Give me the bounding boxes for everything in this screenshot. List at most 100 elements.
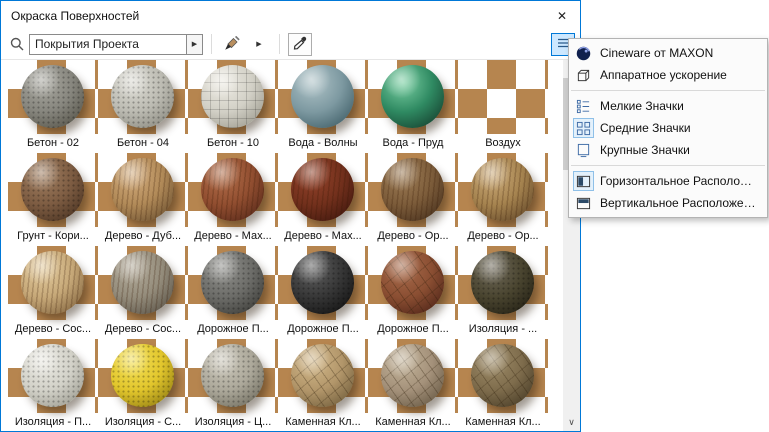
- material-cell[interactable]: Дерево - Сос...: [98, 246, 188, 339]
- paint-dropdown-button[interactable]: ▶: [247, 33, 271, 56]
- menu-item[interactable]: Аппаратное ускорение: [569, 64, 767, 86]
- material-label: Бетон - 10: [188, 134, 278, 153]
- material-thumbnail[interactable]: [278, 246, 368, 320]
- material-thumbnail[interactable]: [8, 339, 98, 413]
- material-cell[interactable]: Дерево - Ор...: [368, 153, 458, 246]
- material-cell[interactable]: Бетон - 04: [98, 60, 188, 153]
- material-thumbnail[interactable]: [98, 246, 188, 320]
- eyedropper-button[interactable]: [288, 32, 312, 56]
- menu-item[interactable]: Крупные Значки: [569, 139, 767, 161]
- medium-icons-icon: [573, 118, 594, 138]
- toolbar-separator-2: [279, 34, 280, 54]
- material-label: Каменная Кл...: [278, 413, 368, 431]
- material-sphere: [291, 158, 354, 221]
- material-sphere: [291, 344, 354, 407]
- material-label: Изоляция - С...: [98, 413, 188, 431]
- close-button[interactable]: ✕: [544, 2, 580, 31]
- material-cell[interactable]: Дерево - Мах...: [278, 153, 368, 246]
- material-cell[interactable]: Бетон - 10: [188, 60, 278, 153]
- material-cell[interactable]: Каменная Кл...: [458, 339, 548, 431]
- material-thumbnail[interactable]: [278, 339, 368, 413]
- material-sphere: [21, 344, 84, 407]
- material-thumbnail[interactable]: [98, 153, 188, 227]
- material-thumbnail[interactable]: [188, 153, 278, 227]
- material-cell[interactable]: Дорожное П...: [278, 246, 368, 339]
- material-sphere: [471, 158, 534, 221]
- toolbar-separator: [211, 34, 212, 54]
- scroll-down-button[interactable]: ∨: [563, 414, 580, 431]
- material-cell[interactable]: Каменная Кл...: [368, 339, 458, 431]
- material-thumbnail[interactable]: [458, 246, 548, 320]
- menu-item[interactable]: Мелкие Значки: [569, 95, 767, 117]
- material-label: Вода - Пруд: [368, 134, 458, 153]
- material-thumbnail[interactable]: [8, 153, 98, 227]
- material-label: Дерево - Мах...: [278, 227, 368, 246]
- materials-area: Бетон - 02 Бетон - 04 Бетон - 10 Вода - Вол…: [1, 59, 580, 431]
- material-sphere: [111, 251, 174, 314]
- material-cell[interactable]: Бетон - 02: [8, 60, 98, 153]
- material-label: Воздух: [458, 134, 548, 153]
- material-sphere: [111, 65, 174, 128]
- surface-paint-dialog: Окраска Поверхностей ✕ ▶ ▶ Бетон - 02Бет…: [0, 0, 581, 432]
- search-input[interactable]: [29, 33, 187, 55]
- material-sphere: [471, 251, 534, 314]
- material-cell[interactable]: Дорожное П...: [368, 246, 458, 339]
- material-cell[interactable]: Изоляция - П...: [8, 339, 98, 431]
- material-cell[interactable]: Дерево - Сос...: [8, 246, 98, 339]
- material-thumbnail[interactable]: [8, 246, 98, 320]
- paint-brush-button[interactable]: [220, 33, 244, 56]
- menu-item[interactable]: Горизонтальное Расположение: [569, 170, 767, 192]
- material-thumbnail[interactable]: [188, 246, 278, 320]
- material-thumbnail[interactable]: [368, 60, 458, 134]
- material-cell[interactable]: Вода - Пруд: [368, 60, 458, 153]
- menu-item-label: Горизонтальное Расположение: [600, 174, 759, 188]
- material-thumbnail[interactable]: [458, 153, 548, 227]
- material-thumbnail[interactable]: [98, 339, 188, 413]
- material-thumbnail[interactable]: [98, 60, 188, 134]
- material-sphere: [381, 158, 444, 221]
- material-thumbnail[interactable]: [368, 246, 458, 320]
- material-thumbnail[interactable]: [458, 339, 548, 413]
- material-thumbnail[interactable]: [368, 153, 458, 227]
- material-thumbnail[interactable]: [368, 339, 458, 413]
- material-cell[interactable]: Изоляция - Ц...: [188, 339, 278, 431]
- material-label: Дерево - Сос...: [8, 320, 98, 339]
- material-label: Изоляция - П...: [8, 413, 98, 431]
- material-cell[interactable]: Воздух: [458, 60, 548, 153]
- material-label: Дерево - Ор...: [368, 227, 458, 246]
- material-thumbnail[interactable]: [188, 60, 278, 134]
- material-cell[interactable]: Вода - Волны: [278, 60, 368, 153]
- page-title: Окраска Поверхностей: [11, 9, 140, 23]
- menu-item[interactable]: Средние Значки: [569, 117, 767, 139]
- material-thumbnail[interactable]: [278, 60, 368, 134]
- material-cell[interactable]: Дерево - Дуб...: [98, 153, 188, 246]
- material-thumbnail[interactable]: [278, 153, 368, 227]
- material-label: Изоляция - ...: [458, 320, 548, 339]
- menu-item-label: Крупные Значки: [600, 143, 690, 157]
- search-expand-button[interactable]: ▶: [187, 33, 203, 55]
- material-label: Каменная Кл...: [368, 413, 458, 431]
- material-cell[interactable]: Дорожное П...: [188, 246, 278, 339]
- material-sphere: [381, 344, 444, 407]
- material-label: Дерево - Дуб...: [98, 227, 188, 246]
- material-thumbnail[interactable]: [458, 60, 548, 134]
- material-cell[interactable]: Дерево - Мах...: [188, 153, 278, 246]
- search-group: ▶: [29, 33, 203, 55]
- material-thumbnail[interactable]: [188, 339, 278, 413]
- material-cell[interactable]: Изоляция - ...: [458, 246, 548, 339]
- horizontal-layout-icon: [573, 171, 594, 191]
- material-sphere: [201, 158, 264, 221]
- menu-item-label: Средние Значки: [600, 121, 691, 135]
- menu-item[interactable]: Вертикальное Расположение: [569, 192, 767, 214]
- material-thumbnail[interactable]: [8, 60, 98, 134]
- menu-item-label: Мелкие Значки: [600, 99, 684, 113]
- material-sphere: [111, 344, 174, 407]
- menu-item[interactable]: Cineware от MAXON: [569, 42, 767, 64]
- material-cell[interactable]: Каменная Кл...: [278, 339, 368, 431]
- material-label: Бетон - 04: [98, 134, 188, 153]
- material-cell[interactable]: Грунт - Кори...: [8, 153, 98, 246]
- material-label: Дорожное П...: [368, 320, 458, 339]
- material-cell[interactable]: Изоляция - С...: [98, 339, 188, 431]
- material-cell[interactable]: Дерево - Ор...: [458, 153, 548, 246]
- material-label: Дерево - Сос...: [98, 320, 188, 339]
